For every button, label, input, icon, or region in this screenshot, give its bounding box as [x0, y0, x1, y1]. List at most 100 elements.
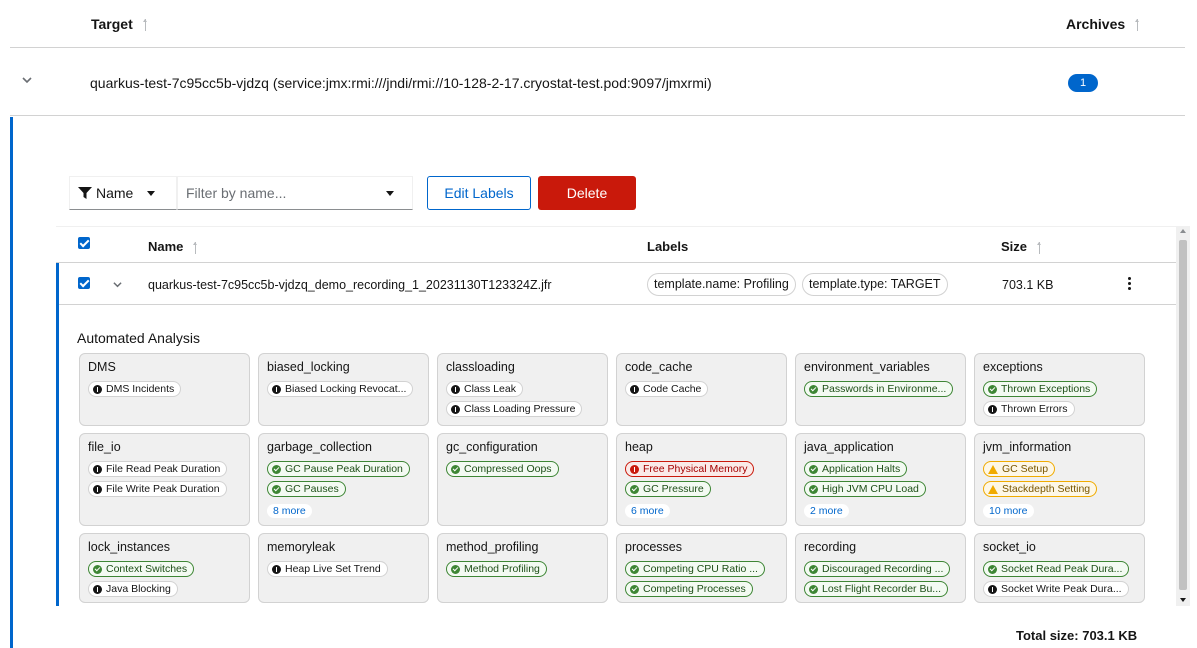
analysis-card: classloading Class Leak Class Loading Pres…	[437, 353, 608, 426]
analysis-result-chip[interactable]: Class Leak	[446, 381, 523, 397]
info-icon	[93, 584, 102, 594]
scroll-up-icon[interactable]	[1180, 229, 1186, 233]
analysis-result-chip[interactable]: Socket Read Peak Dura...	[983, 561, 1130, 577]
check-circle-icon	[93, 564, 102, 574]
analysis-result-chip[interactable]: Method Profiling	[446, 561, 547, 577]
filter-attribute-select[interactable]: Name	[69, 176, 177, 210]
recordings-table-header: Name Labels Size	[56, 226, 1176, 263]
column-header-size[interactable]: Size	[1001, 239, 1043, 254]
recordings-table: Name Labels Size quarkus-test-7c95cc5b-v…	[56, 226, 1176, 606]
analysis-result-chip[interactable]: GC Pauses	[267, 481, 346, 497]
analysis-result-chip[interactable]: File Write Peak Duration	[88, 481, 227, 497]
analysis-result-chip[interactable]: Passwords in Environme...	[804, 381, 954, 397]
analysis-result-label: Context Switches	[106, 563, 188, 575]
label-chip: template.type: TARGET	[802, 273, 948, 296]
check-circle-icon	[272, 464, 281, 474]
analysis-result-chip[interactable]: File Read Peak Duration	[88, 461, 228, 477]
analysis-result-label: Lost Flight Recorder Bu...	[822, 583, 942, 595]
analysis-card: method_profiling Method Profiling	[437, 533, 608, 603]
analysis-result-chip[interactable]: High JVM CPU Load	[804, 481, 926, 497]
check-circle-icon	[988, 384, 997, 394]
analysis-result-chip[interactable]: Context Switches	[88, 561, 195, 577]
analysis-result-label: Compressed Oops	[464, 463, 552, 475]
analysis-card-title: garbage_collection	[267, 440, 372, 454]
analysis-result-chip[interactable]: Compressed Oops	[446, 461, 559, 477]
check-circle-icon	[809, 464, 818, 474]
analysis-card: lock_instances Context Switches Java Block…	[79, 533, 250, 603]
analysis-result-chip[interactable]: Thrown Exceptions	[983, 381, 1098, 397]
analysis-card: garbage_collection GC Pause Peak Duration…	[258, 433, 429, 526]
kebab-menu-icon[interactable]	[1128, 277, 1132, 293]
analysis-result-chip[interactable]: Free Physical Memory	[625, 461, 755, 477]
analysis-card-title: classloading	[446, 360, 515, 374]
analysis-result-label: GC Pauses	[285, 483, 339, 495]
info-icon	[272, 564, 281, 574]
info-icon	[988, 584, 997, 594]
analysis-card-title: method_profiling	[446, 540, 539, 554]
analysis-result-label: Socket Write Peak Dura...	[1001, 583, 1122, 595]
analysis-result-label: Thrown Errors	[1001, 403, 1068, 415]
show-more-link[interactable]: 10 more	[983, 504, 1034, 518]
recording-row: quarkus-test-7c95cc5b-vjdzq_demo_recordi…	[56, 263, 1176, 606]
analysis-card-title: memoryleak	[267, 540, 336, 554]
analysis-result-label: High JVM CPU Load	[822, 483, 919, 495]
filter-by-name-input[interactable]: Filter by name...	[177, 176, 413, 210]
analysis-result-label: Socket Read Peak Dura...	[1001, 563, 1123, 575]
analysis-result-chip[interactable]: Java Blocking	[88, 581, 178, 597]
show-more-link[interactable]: 8 more	[267, 504, 312, 518]
sort-icon	[1037, 241, 1043, 254]
target-row: quarkus-test-7c95cc5b-vjdzq (service:jmx…	[10, 49, 1185, 116]
analysis-card: environment_variables Passwords in Enviro…	[795, 353, 966, 426]
analysis-result-chip[interactable]: Discouraged Recording ...	[804, 561, 951, 577]
analysis-result-label: Discouraged Recording ...	[822, 563, 944, 575]
analysis-result-chip[interactable]: Biased Locking Revocat...	[267, 381, 414, 397]
analysis-result-chip[interactable]: GC Pressure	[625, 481, 711, 497]
show-more-link[interactable]: 6 more	[625, 504, 670, 518]
analysis-result-chip[interactable]: Socket Write Peak Dura...	[983, 581, 1129, 597]
edit-labels-button[interactable]: Edit Labels	[427, 176, 531, 210]
analysis-result-label: Passwords in Environme...	[822, 383, 947, 395]
analysis-result-label: Competing CPU Ratio ...	[643, 563, 758, 575]
column-header-archives[interactable]: Archives	[1066, 16, 1141, 32]
check-circle-icon	[809, 484, 818, 494]
analysis-card-title: DMS	[88, 360, 116, 374]
analysis-result-chip[interactable]: Competing CPU Ratio ...	[625, 561, 765, 577]
analysis-result-label: GC Pause Peak Duration	[285, 463, 403, 475]
analysis-card-title: file_io	[88, 440, 121, 454]
analysis-result-chip[interactable]: Stackdepth Setting	[983, 481, 1098, 497]
show-more-link[interactable]: 2 more	[804, 504, 849, 518]
analysis-result-chip[interactable]: GC Pause Peak Duration	[267, 461, 410, 477]
check-circle-icon	[809, 384, 818, 394]
chevron-down-icon[interactable]	[113, 280, 122, 289]
analysis-card: gc_configuration Compressed Oops	[437, 433, 608, 526]
analysis-result-label: DMS Incidents	[106, 383, 175, 395]
scrollbar[interactable]	[1176, 226, 1190, 606]
caret-down-icon[interactable]	[386, 191, 394, 196]
analysis-card: memoryleak Heap Live Set Trend	[258, 533, 429, 603]
info-icon	[93, 464, 102, 474]
select-all-checkbox[interactable]	[78, 237, 90, 249]
analysis-result-chip[interactable]: Class Loading Pressure	[446, 401, 583, 417]
analysis-result-chip[interactable]: DMS Incidents	[88, 381, 182, 397]
delete-button[interactable]: Delete	[538, 176, 636, 210]
analysis-result-chip[interactable]: Code Cache	[625, 381, 709, 397]
check-circle-icon	[809, 584, 818, 594]
analysis-result-chip[interactable]: Lost Flight Recorder Bu...	[804, 581, 949, 597]
analysis-result-chip[interactable]: Application Halts	[804, 461, 908, 477]
chevron-down-icon[interactable]	[22, 75, 32, 85]
caret-down-icon	[147, 190, 156, 196]
column-header-target[interactable]: Target	[91, 16, 149, 32]
analysis-result-chip[interactable]: GC Setup	[983, 461, 1056, 477]
scrollbar-thumb[interactable]	[1179, 240, 1187, 590]
scroll-down-icon[interactable]	[1180, 598, 1186, 602]
check-circle-icon	[451, 564, 460, 574]
analysis-card: exceptions Thrown Exceptions Thrown Errors	[974, 353, 1145, 426]
analysis-result-chip[interactable]: Competing Processes	[625, 581, 753, 597]
analysis-result-chip[interactable]: Thrown Errors	[983, 401, 1075, 417]
analysis-result-chip[interactable]: Heap Live Set Trend	[267, 561, 388, 577]
analysis-card-title: lock_instances	[88, 540, 170, 554]
column-header-name[interactable]: Name	[148, 239, 199, 254]
column-header-labels: Labels	[647, 239, 689, 254]
recording-row-checkbox[interactable]	[78, 277, 90, 289]
info-icon	[451, 404, 460, 414]
